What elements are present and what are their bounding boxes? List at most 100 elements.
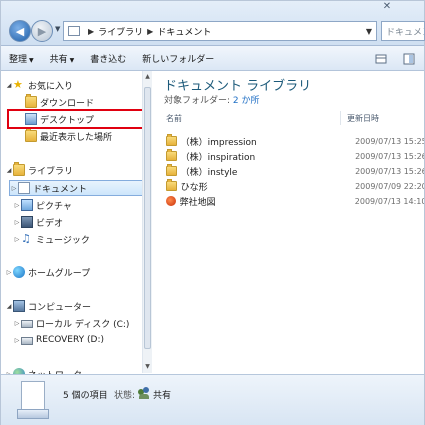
preview-pane-icon xyxy=(403,53,415,65)
nav-label: ミュージック xyxy=(36,235,90,246)
nav-item-documents[interactable]: ▷ ドキュメント xyxy=(9,180,143,196)
file-name: （株）impression xyxy=(180,137,257,148)
organize-button[interactable]: 整理 ▼ xyxy=(1,52,42,65)
library-title: ドキュメント ライブラリ xyxy=(164,79,312,94)
item-count: 5 個の項目 xyxy=(63,391,108,401)
breadcrumb-separator-icon[interactable]: ▶ xyxy=(88,27,94,36)
breadcrumb-libraries[interactable]: ライブラリ xyxy=(98,25,143,38)
collapse-triangle-icon[interactable]: ▷ xyxy=(5,269,13,276)
subtitle-label: 対象フォルダー: xyxy=(164,96,231,106)
file-row[interactable]: 弊社地図 2009/07/13 14:10 xyxy=(166,194,424,208)
nav-item-music[interactable]: ▷ ♫ ミュージック xyxy=(13,231,90,247)
view-icon xyxy=(375,54,387,64)
collapse-triangle-icon[interactable]: ▷ xyxy=(13,219,21,226)
file-date: 2009/07/09 22:20 xyxy=(355,181,424,191)
address-box[interactable]: ▶ ライブラリ ▶ ドキュメント ▼ xyxy=(63,21,377,41)
library-icon xyxy=(68,26,80,36)
nav-homegroup[interactable]: ▷ ホームグループ xyxy=(5,264,90,280)
expand-triangle-icon[interactable]: ◢ xyxy=(5,167,13,174)
chevron-down-icon: ▼ xyxy=(29,56,34,64)
html-file-icon xyxy=(166,196,176,206)
new-folder-label: 新しいフォルダー xyxy=(142,54,215,65)
burn-label: 書き込む xyxy=(90,54,127,65)
details-pane: 5 個の項目 状態: 共有 xyxy=(1,374,424,425)
nav-label: ホームグループ xyxy=(28,268,91,279)
nav-libraries[interactable]: ◢ ライブラリ xyxy=(5,162,73,178)
nav-label: RECOVERY (D:) xyxy=(36,335,105,345)
column-header-date[interactable]: 更新日時 xyxy=(347,113,379,124)
nav-item-downloads[interactable]: ダウンロード xyxy=(25,94,94,110)
nav-label: ローカル ディスク (C:) xyxy=(36,319,130,330)
collapse-triangle-icon[interactable]: ▷ xyxy=(13,320,21,327)
share-button[interactable]: 共有 ▼ xyxy=(42,52,83,65)
file-date: 2009/07/13 14:10 xyxy=(354,196,424,206)
videos-icon xyxy=(21,216,33,228)
scroll-down-icon[interactable]: ▼ xyxy=(143,363,152,370)
file-row[interactable]: ひな形 2009/07/09 22:20 xyxy=(166,179,424,193)
file-row[interactable]: （株）instyle 2009/07/13 15:26 xyxy=(166,164,424,178)
nav-item-recovery[interactable]: ▷ RECOVERY (D:) xyxy=(13,332,104,348)
nav-favorites[interactable]: ◢ ★ お気に入り xyxy=(5,77,73,93)
nav-label: ビデオ xyxy=(36,218,64,229)
address-dropdown-icon[interactable]: ▼ xyxy=(366,27,372,36)
collapse-triangle-icon[interactable]: ▷ xyxy=(13,337,21,344)
window-close-icon[interactable]: ✕ xyxy=(375,1,399,15)
file-date: 2009/07/13 15:26 xyxy=(355,151,424,161)
star-icon: ★ xyxy=(13,78,23,91)
view-options-button[interactable] xyxy=(373,51,389,67)
nav-item-pictures[interactable]: ▷ ピクチャ xyxy=(13,197,72,213)
nav-computer[interactable]: ◢ コンピューター xyxy=(5,298,91,314)
scroll-up-icon[interactable]: ▲ xyxy=(143,73,152,80)
nav-item-local-disk[interactable]: ▷ ローカル ディスク (C:) xyxy=(13,315,130,331)
preview-pane-button[interactable] xyxy=(401,51,417,67)
forward-button[interactable]: ▶ xyxy=(31,20,53,42)
nav-item-videos[interactable]: ▷ ビデオ xyxy=(13,214,63,230)
locations-link[interactable]: 2 か所 xyxy=(233,96,260,106)
breadcrumb-separator-icon[interactable]: ▶ xyxy=(147,27,153,36)
file-name: （株）instyle xyxy=(180,167,238,178)
new-folder-button[interactable]: 新しいフォルダー xyxy=(134,52,222,65)
hard-drive-icon xyxy=(21,320,33,328)
back-button[interactable]: ◀ xyxy=(9,20,31,42)
documents-icon xyxy=(18,182,30,194)
nav-item-recent-places[interactable]: 最近表示した場所 xyxy=(25,128,112,144)
library-large-icon xyxy=(17,381,49,419)
explorer-window: ✕ ◀ ▶ ▼ ▶ ライブラリ ▶ ドキュメント ▼ ドキュメントの検索 整理▼… xyxy=(0,0,425,425)
pictures-icon xyxy=(21,199,33,211)
collapse-triangle-icon[interactable]: ▷ xyxy=(13,202,21,209)
library-subtitle: 対象フォルダー: 2 か所 xyxy=(164,93,260,106)
nav-label: 最近表示した場所 xyxy=(40,132,113,143)
organize-label: 整理 xyxy=(9,54,28,65)
file-row[interactable]: （株）impression 2009/07/13 15:25 xyxy=(166,134,424,148)
share-label: 共有 xyxy=(49,54,68,65)
nav-label: ピクチャ xyxy=(36,201,72,212)
nav-label: ダウンロード xyxy=(40,98,95,109)
file-row[interactable]: （株）inspiration 2009/07/13 15:26 xyxy=(166,149,424,163)
chevron-down-icon: ▼ xyxy=(69,56,75,64)
expand-triangle-icon[interactable]: ◢ xyxy=(5,303,13,310)
highlight-annotation xyxy=(7,109,145,129)
library-stand-icon xyxy=(17,409,49,419)
breadcrumb-documents[interactable]: ドキュメント xyxy=(157,25,211,38)
nav-label: ライブラリ xyxy=(28,166,74,177)
folder-icon xyxy=(166,134,177,146)
homegroup-icon xyxy=(13,266,25,278)
back-arrow-icon: ◀ xyxy=(15,24,25,38)
hard-drive-icon xyxy=(21,337,33,345)
expand-triangle-icon[interactable]: ◢ xyxy=(5,82,13,89)
address-bar-area: ✕ ◀ ▶ ▼ ▶ ライブラリ ▶ ドキュメント ▼ ドキュメントの検索 xyxy=(1,1,425,46)
burn-button[interactable]: 書き込む xyxy=(82,52,134,65)
folder-icon xyxy=(166,164,177,176)
column-divider[interactable] xyxy=(340,111,341,125)
shared-users-icon xyxy=(138,387,150,399)
collapse-triangle-icon[interactable]: ▷ xyxy=(10,185,18,192)
column-header-name[interactable]: 名前 xyxy=(166,113,182,124)
search-input[interactable]: ドキュメントの検索 xyxy=(381,21,425,41)
file-date: 2009/07/13 15:26 xyxy=(355,166,424,176)
collapse-triangle-icon[interactable]: ▷ xyxy=(13,236,21,243)
recent-pages-dropdown-icon[interactable]: ▼ xyxy=(55,25,60,33)
nav-label: ドキュメント xyxy=(33,184,88,195)
scroll-thumb[interactable] xyxy=(144,87,151,349)
state-label: 状態: xyxy=(114,391,136,401)
nav-scrollbar[interactable]: ▲ ▼ xyxy=(142,71,152,373)
